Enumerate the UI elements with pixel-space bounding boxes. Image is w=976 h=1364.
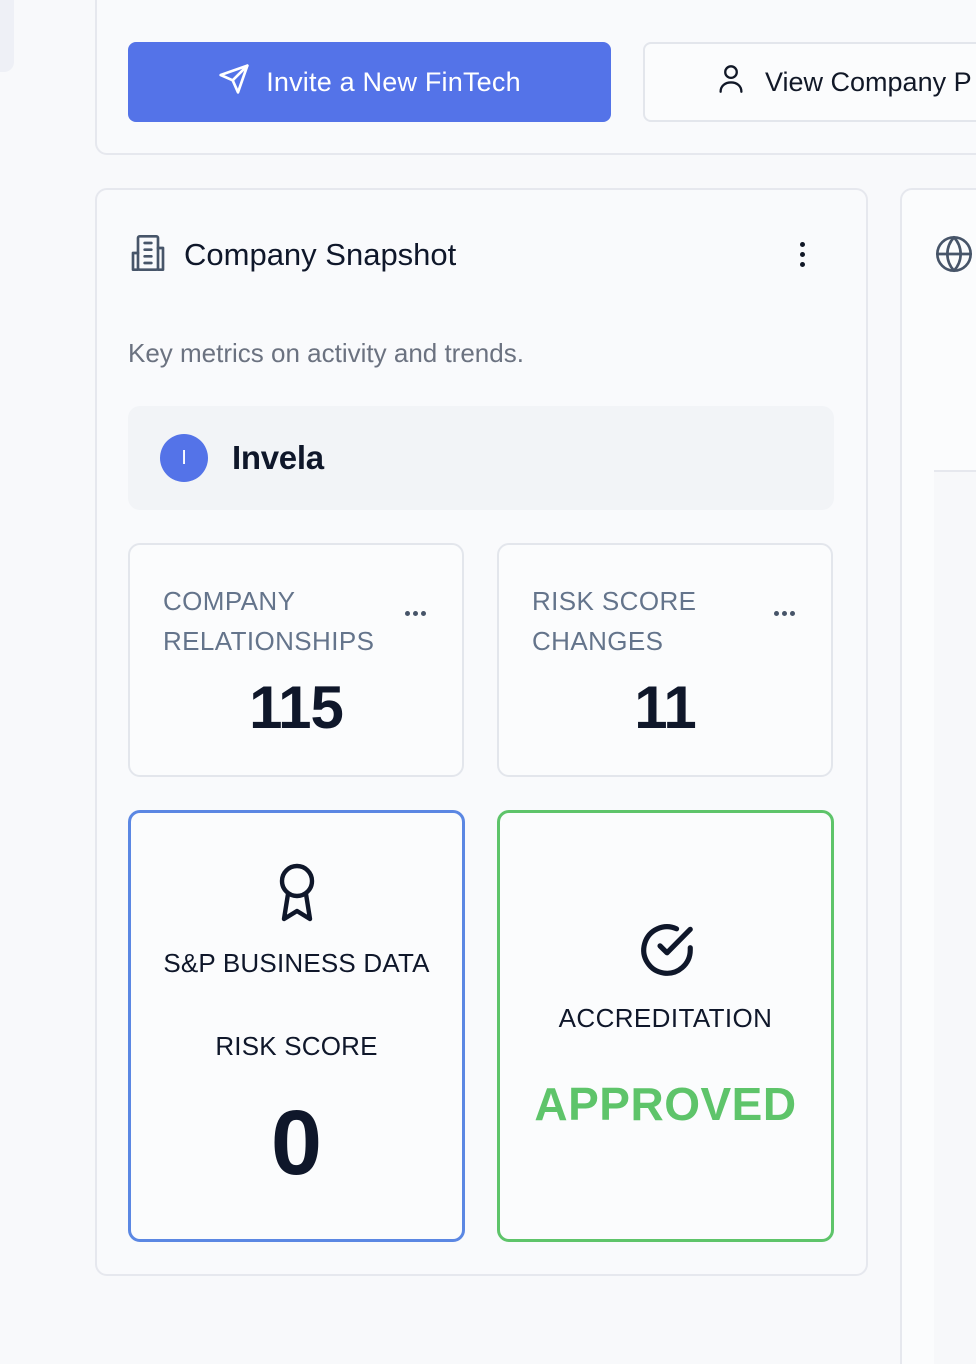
risk-score-title: S&P BUSINESS DATA	[163, 948, 430, 978]
view-company-button[interactable]: View Company P	[643, 42, 976, 122]
snapshot-menu-button[interactable]	[786, 236, 818, 272]
check-circle-icon	[636, 919, 698, 986]
risk-score-subtitle: RISK SCORE	[215, 1031, 378, 1061]
accreditation-title: ACCREDITATION	[558, 1003, 773, 1033]
snapshot-title: Company Snapshot	[184, 237, 457, 272]
accreditation-status: APPROVED	[534, 1078, 797, 1130]
dashboard-page: Invite a New FinTech View Company P Comp…	[0, 0, 976, 1364]
user-icon	[717, 64, 745, 101]
company-avatar: I	[160, 434, 208, 482]
metric-value: 115	[249, 674, 344, 741]
send-icon	[218, 63, 250, 102]
snapshot-description: Key metrics on activity and trends.	[128, 338, 524, 368]
more-horizontal-icon[interactable]	[774, 611, 795, 616]
metric-value: 11	[634, 674, 696, 741]
risk-score-card[interactable]: S&P BUSINESS DATA RISK SCORE 0	[128, 810, 465, 1242]
award-icon	[277, 863, 317, 928]
building-icon	[128, 233, 168, 278]
invite-fintech-button[interactable]: Invite a New FinTech	[128, 42, 611, 122]
sidebar-edge	[0, 0, 14, 72]
more-horizontal-icon[interactable]	[405, 611, 426, 616]
accreditation-card[interactable]: ACCREDITATION APPROVED	[497, 810, 834, 1242]
snapshot-header: Company Snapshot	[128, 232, 456, 278]
metric-card-relationships: COMPANY RELATIONSHIPS 115	[128, 543, 464, 777]
globe-icon	[934, 234, 974, 279]
invite-fintech-label: Invite a New FinTech	[266, 66, 521, 97]
view-company-label: View Company P	[765, 66, 972, 97]
metric-label: COMPANY RELATIONSHIPS	[163, 586, 375, 656]
risk-score-value: 0	[270, 1092, 323, 1194]
metric-card-risk-changes: RISK SCORE CHANGES 11	[497, 543, 833, 777]
right-panel-card	[900, 188, 976, 1364]
company-name: Invela	[232, 439, 324, 476]
metric-label: RISK SCORE CHANGES	[532, 586, 697, 656]
company-row[interactable]: I Invela	[128, 406, 834, 510]
panel-content	[934, 472, 976, 1364]
